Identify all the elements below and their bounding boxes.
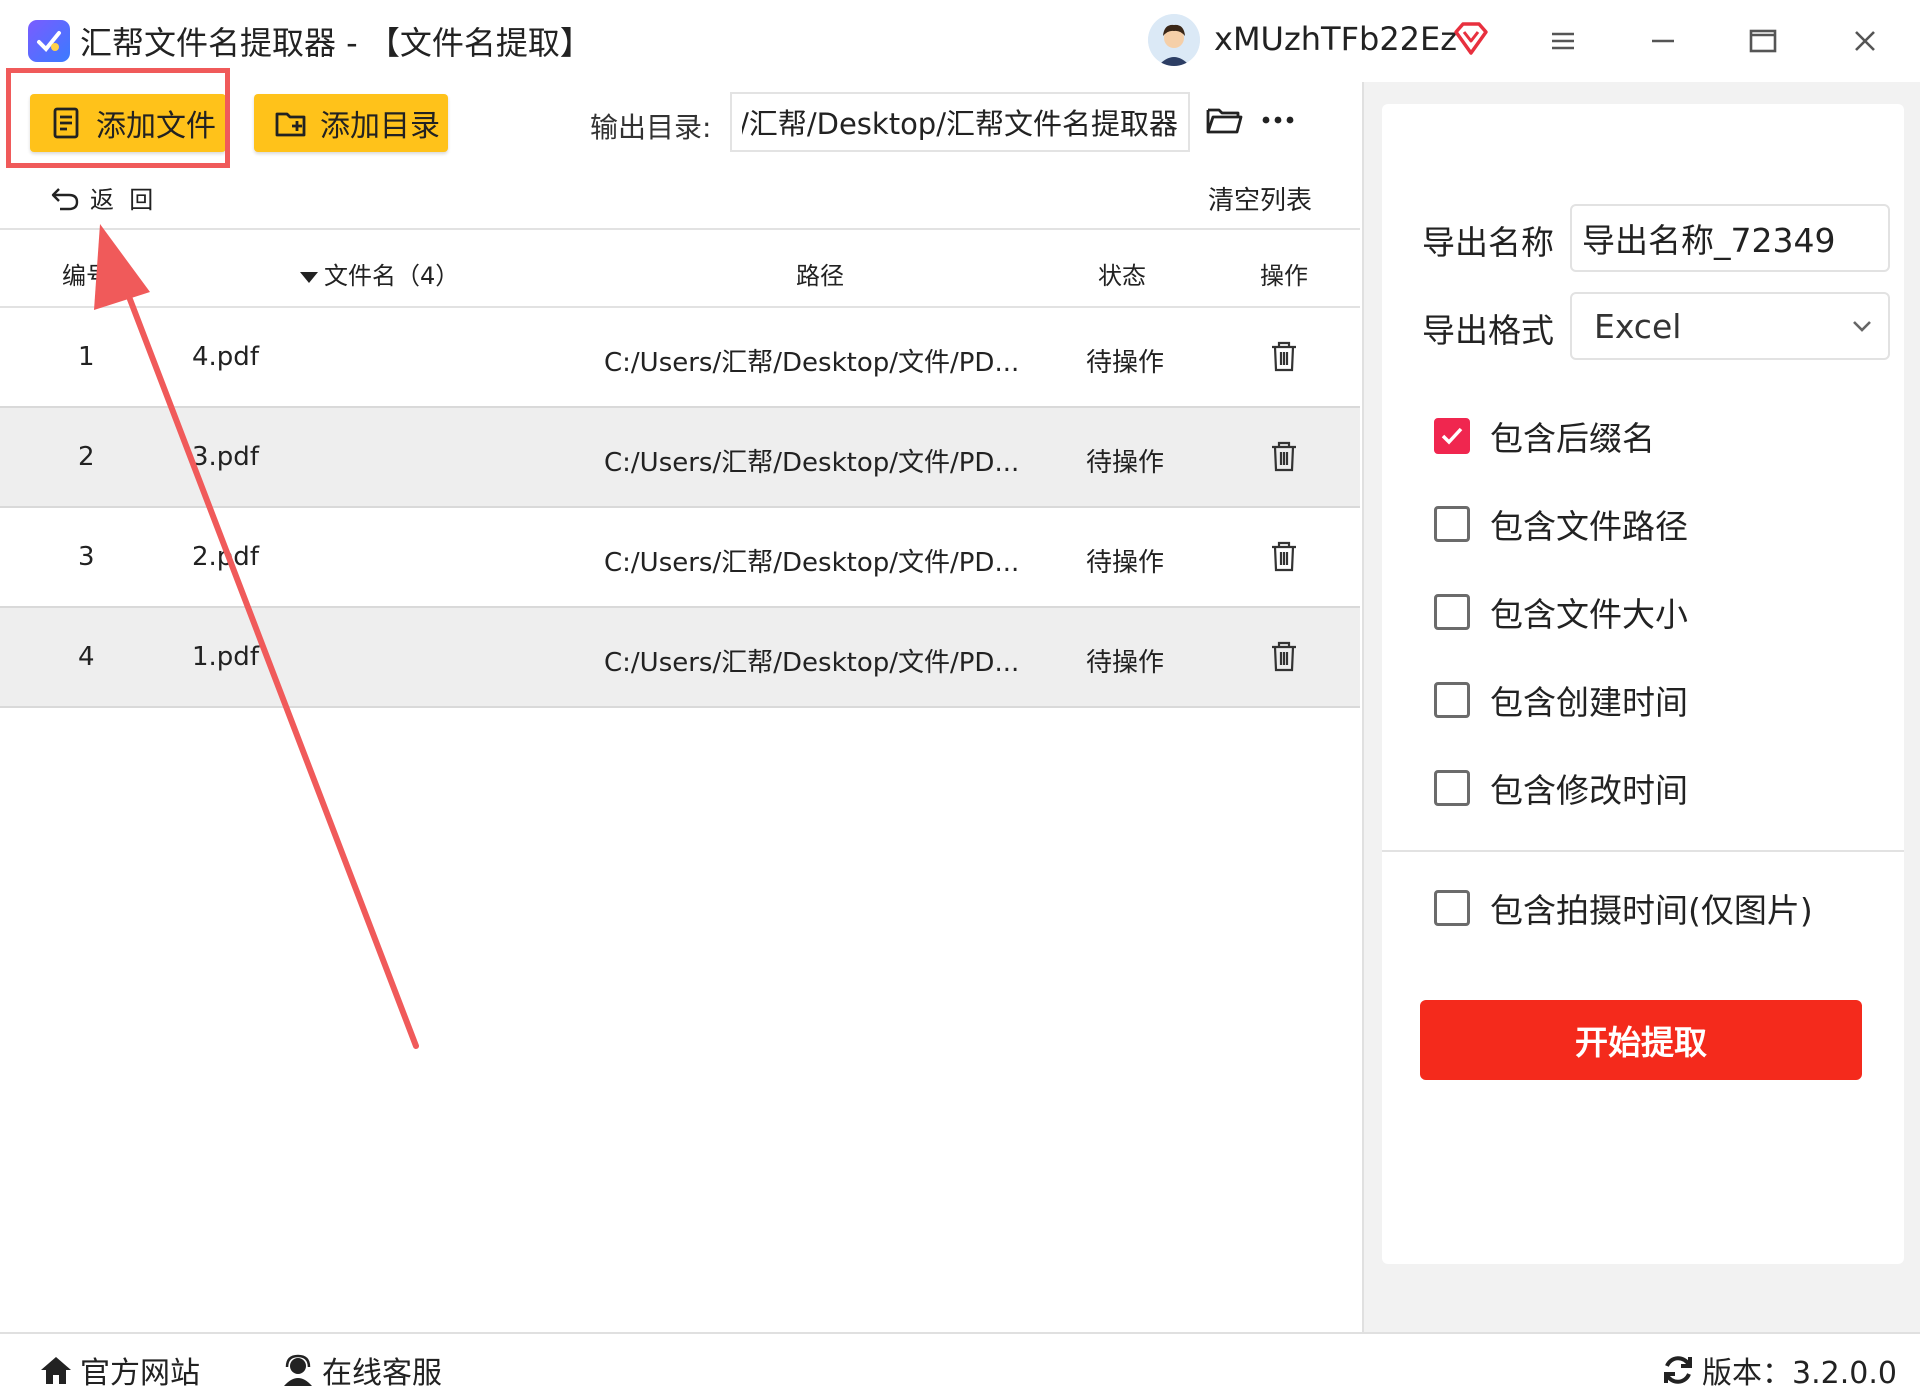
row-status: 待操作	[1086, 548, 1165, 578]
menu-icon[interactable]	[1538, 18, 1588, 64]
chevron-down-icon	[1853, 321, 1871, 332]
checkbox[interactable]	[1434, 594, 1470, 630]
trash-icon[interactable]	[1266, 338, 1302, 374]
export-name-input[interactable]	[1570, 204, 1890, 272]
row-filename: 3.pdf	[192, 442, 259, 472]
row-status: 待操作	[1086, 448, 1165, 478]
row-path: C:/Users/汇帮/Desktop/文件/PD...	[604, 348, 1020, 378]
output-dir-input[interactable]	[730, 92, 1190, 152]
undo-arrow-icon	[51, 187, 79, 210]
support-agent-icon	[284, 1354, 312, 1386]
file-list-icon	[53, 107, 79, 139]
start-extract-button[interactable]: 开始提取	[1420, 1000, 1862, 1080]
clear-list-button[interactable]: 清空列表	[1208, 180, 1312, 217]
row-num: 3	[78, 542, 95, 572]
option-include-suffix[interactable]: 包含后缀名	[1434, 412, 1655, 460]
window-title: 汇帮文件名提取器 - 【文件名提取】	[80, 24, 592, 62]
add-directory-label: 添加目录	[320, 109, 440, 144]
title-bar: 汇帮文件名提取器 - 【文件名提取】 xMUzhTFb22Ez	[0, 0, 1920, 82]
header-path: 路径	[796, 262, 844, 290]
row-filename: 4.pdf	[192, 342, 259, 372]
export-format-label: 导出格式	[1422, 311, 1554, 350]
vip-diamond-icon[interactable]	[1452, 20, 1490, 58]
toolbar: 添加文件 添加目录 输出目录: 返 回 清空列表	[0, 82, 1360, 232]
option-include-created[interactable]: 包含创建时间	[1434, 676, 1688, 724]
option-include-size[interactable]: 包含文件大小	[1434, 588, 1688, 636]
home-icon	[41, 1357, 71, 1384]
open-folder-icon[interactable]	[1204, 100, 1244, 140]
official-website-link[interactable]: 官方网站	[38, 1348, 200, 1392]
option-include-modified[interactable]: 包含修改时间	[1434, 764, 1688, 812]
settings-panel: 导出名称 导出格式 Excel 包含后缀名 包含文件路径 包含文件大小 包含创建…	[1362, 82, 1920, 1332]
row-path: C:/Users/汇帮/Desktop/文件/PD...	[604, 648, 1020, 678]
option-include-path[interactable]: 包含文件路径	[1434, 500, 1688, 548]
table-header: 编号 文件名（4） 路径 状态 操作	[0, 228, 1360, 308]
row-num: 1	[78, 342, 95, 372]
row-filename: 1.pdf	[192, 642, 259, 672]
table-row[interactable]: 1 4.pdf C:/Users/汇帮/Desktop/文件/PD... 待操作	[0, 308, 1360, 408]
close-icon[interactable]	[1840, 18, 1890, 64]
option-label: 包含后缀名	[1490, 419, 1655, 458]
avatar[interactable]	[1148, 14, 1200, 66]
table-row[interactable]: 4 1.pdf C:/Users/汇帮/Desktop/文件/PD... 待操作	[0, 608, 1360, 708]
header-status: 状态	[1098, 262, 1146, 290]
row-path: C:/Users/汇帮/Desktop/文件/PD...	[604, 448, 1020, 478]
row-num: 4	[78, 642, 95, 672]
table-row[interactable]: 3 2.pdf C:/Users/汇帮/Desktop/文件/PD... 待操作	[0, 508, 1360, 608]
add-file-button[interactable]: 添加文件	[30, 94, 226, 152]
trash-icon[interactable]	[1266, 538, 1302, 574]
row-status: 待操作	[1086, 648, 1165, 678]
export-format-value: Excel	[1594, 306, 1682, 346]
row-filename: 2.pdf	[192, 542, 259, 572]
output-dir-label: 输出目录:	[590, 111, 712, 144]
file-table: 编号 文件名（4） 路径 状态 操作 1 4.pdf C:/Users/汇帮/D…	[0, 228, 1360, 708]
more-options-icon[interactable]	[1258, 102, 1298, 138]
option-label: 包含文件路径	[1490, 507, 1688, 546]
checkbox[interactable]	[1434, 506, 1470, 542]
minimize-icon[interactable]	[1638, 18, 1688, 64]
app-logo-icon	[28, 20, 70, 62]
row-path: C:/Users/汇帮/Desktop/文件/PD...	[604, 548, 1020, 578]
version-info[interactable]: 版本：3.2.0.0	[1660, 1348, 1897, 1392]
online-support-link[interactable]: 在线客服	[280, 1348, 442, 1392]
official-website-label: 官方网站	[80, 1356, 200, 1391]
row-status: 待操作	[1086, 348, 1165, 378]
option-label: 包含修改时间	[1490, 771, 1688, 810]
checkbox[interactable]	[1434, 890, 1470, 926]
divider	[1382, 850, 1904, 852]
username: xMUzhTFb22Ez	[1214, 20, 1458, 58]
maximize-icon[interactable]	[1738, 18, 1788, 64]
version-label: 版本：3.2.0.0	[1702, 1356, 1897, 1391]
folder-add-icon	[275, 112, 306, 137]
option-label: 包含拍摄时间(仅图片)	[1490, 891, 1813, 930]
online-support-label: 在线客服	[322, 1356, 442, 1391]
checkbox[interactable]	[1434, 682, 1470, 718]
back-button[interactable]: 返 回	[50, 180, 153, 215]
option-label: 包含文件大小	[1490, 595, 1688, 634]
back-label: 返 回	[90, 186, 154, 214]
header-num: 编号	[62, 262, 110, 290]
export-name-label: 导出名称	[1422, 223, 1554, 262]
checkbox-checked[interactable]	[1434, 418, 1470, 454]
status-bar: 官方网站 在线客服 版本：3.2.0.0	[0, 1332, 1920, 1400]
row-num: 2	[78, 442, 95, 472]
table-row[interactable]: 2 3.pdf C:/Users/汇帮/Desktop/文件/PD... 待操作	[0, 408, 1360, 508]
option-label: 包含创建时间	[1490, 683, 1688, 722]
add-file-label: 添加文件	[96, 109, 216, 144]
check-icon	[1441, 427, 1463, 445]
header-name[interactable]: 文件名（4）	[300, 256, 459, 291]
trash-icon[interactable]	[1266, 438, 1302, 474]
refresh-icon	[1664, 1356, 1692, 1384]
add-directory-button[interactable]: 添加目录	[254, 94, 448, 152]
trash-icon[interactable]	[1266, 638, 1302, 674]
checkbox[interactable]	[1434, 770, 1470, 806]
settings-card: 导出名称 导出格式 Excel 包含后缀名 包含文件路径 包含文件大小 包含创建…	[1382, 104, 1904, 1264]
header-name-label: 文件名（4）	[324, 262, 460, 290]
export-format-select[interactable]: Excel	[1570, 292, 1890, 360]
sort-down-icon	[300, 271, 318, 283]
option-include-shot-time[interactable]: 包含拍摄时间(仅图片)	[1434, 884, 1813, 932]
header-op: 操作	[1260, 262, 1308, 290]
